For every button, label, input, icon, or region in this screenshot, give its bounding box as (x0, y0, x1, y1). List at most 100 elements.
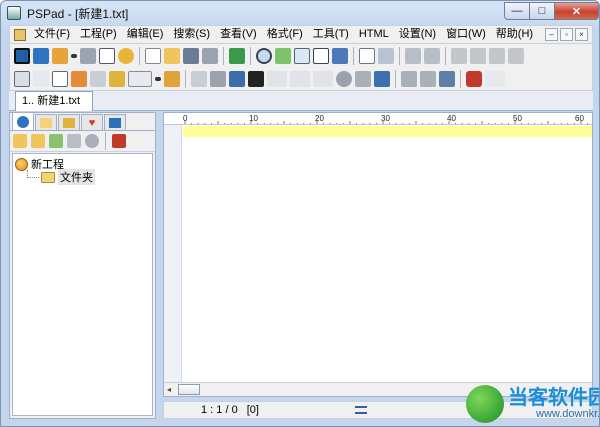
save-all-icon[interactable] (202, 47, 218, 64)
tab-ftp[interactable] (58, 114, 80, 130)
lock-icon[interactable] (109, 70, 125, 87)
print-icon[interactable] (378, 47, 394, 64)
current-line-highlight (183, 126, 592, 137)
html-text-icon[interactable] (267, 70, 287, 87)
line-numbers-icon[interactable] (52, 70, 68, 87)
horizontal-scrollbar[interactable]: ◂ (164, 382, 592, 396)
open-folder-icon[interactable] (164, 47, 180, 64)
document-icon[interactable] (420, 70, 436, 87)
block-icon[interactable] (401, 70, 417, 87)
menu-file[interactable]: 文件(F) (29, 26, 75, 43)
paste-icon[interactable] (489, 47, 505, 64)
comment-icon[interactable] (294, 47, 310, 64)
tab-document[interactable]: 1.. 新建1.txt (15, 91, 93, 111)
remove-folder-icon[interactable] (31, 134, 45, 148)
menu-window[interactable]: 窗口(W) (441, 26, 491, 43)
editor-gutter (164, 125, 182, 382)
column-icon[interactable] (90, 70, 106, 87)
mdi-close-button[interactable]: × (575, 28, 588, 41)
tab-favorites[interactable]: ♥ (81, 114, 103, 130)
cursor-position: 1 : 1 / 0 (201, 404, 238, 416)
hex-icon[interactable] (248, 70, 264, 87)
monitor-icon[interactable] (439, 70, 455, 87)
menu-settings[interactable]: 设置(N) (394, 26, 441, 43)
add-folder-icon[interactable] (13, 134, 27, 148)
menu-help[interactable]: 帮助(H) (491, 26, 538, 43)
menu-html[interactable]: HTML (354, 26, 394, 43)
glasses-icon[interactable] (485, 70, 505, 87)
mdi-controls: – ▫ × (545, 28, 588, 41)
menu-search[interactable]: 搜索(S) (168, 26, 215, 43)
spell-check-icon[interactable] (128, 70, 152, 87)
properties-icon[interactable] (85, 134, 99, 148)
tools-icon[interactable] (112, 134, 126, 148)
cursor-icon[interactable] (355, 70, 371, 87)
folder-icon (41, 171, 55, 183)
menu-format[interactable]: 格式(F) (262, 26, 308, 43)
minimize-button[interactable]: — (504, 2, 530, 20)
save-icon[interactable] (183, 47, 199, 64)
menu-view[interactable]: 查看(V) (215, 26, 262, 43)
ruler-label: 30 (381, 114, 390, 123)
paragraph-icon[interactable] (33, 70, 49, 87)
tree-icon[interactable] (229, 47, 245, 64)
cut-icon[interactable] (451, 47, 467, 64)
replace-icon[interactable] (275, 47, 291, 64)
menu-project[interactable]: 工程(P) (75, 26, 122, 43)
toolbar-separator (399, 46, 400, 65)
selection-count: [0] (246, 404, 259, 416)
search-icon[interactable] (256, 47, 272, 64)
tag-icon[interactable] (290, 70, 310, 87)
gear-icon[interactable] (118, 47, 134, 64)
hexagon-icon[interactable] (210, 70, 226, 87)
highlight-icon[interactable] (71, 70, 87, 87)
record-icon[interactable] (466, 70, 482, 87)
pin-icon[interactable] (164, 70, 180, 87)
copy-icon[interactable] (470, 47, 486, 64)
project-panel: ♥ 新工程 文件夹 (9, 112, 156, 419)
project-tree: 新工程 文件夹 (12, 153, 153, 416)
tag-alt-icon[interactable] (313, 70, 333, 87)
word-wrap-icon[interactable] (14, 70, 30, 87)
line-ending-icon[interactable] (354, 406, 367, 414)
scroll-left-icon[interactable]: ◂ (167, 385, 171, 394)
mdi-restore-button[interactable]: ▫ (560, 28, 573, 41)
ruler: 0 10 20 30 40 50 60 (164, 113, 592, 125)
scrollbar-thumb[interactable] (178, 384, 200, 395)
tree-node-folder[interactable]: 文件夹 (27, 169, 95, 185)
delete-icon[interactable] (508, 47, 524, 64)
preview-icon[interactable] (359, 47, 375, 64)
add-file-icon[interactable] (49, 134, 63, 148)
tab-files[interactable] (35, 114, 57, 130)
project-open-icon[interactable] (14, 47, 30, 64)
window-title: PSPad - [新建1.txt] (27, 6, 129, 21)
project-save-icon[interactable] (52, 47, 68, 64)
tab-project[interactable] (12, 112, 34, 130)
circle-icon[interactable] (336, 70, 352, 87)
menu-tools[interactable]: 工具(T) (308, 26, 354, 43)
undo-icon[interactable] (405, 47, 421, 64)
toolbar-separator (353, 46, 354, 65)
indent-icon[interactable] (191, 70, 207, 87)
ruler-label: 0 (183, 114, 188, 123)
color-grid-icon[interactable] (229, 70, 245, 87)
tab-explorer[interactable] (104, 114, 126, 130)
new-file-icon[interactable] (145, 47, 161, 64)
project-add-icon[interactable] (80, 47, 96, 64)
maximize-button[interactable]: □ (530, 2, 555, 20)
google-icon[interactable] (374, 70, 390, 87)
bookmark-icon[interactable] (332, 47, 348, 64)
menu-edit[interactable]: 编辑(E) (122, 26, 169, 43)
log-icon[interactable] (99, 47, 115, 64)
dropdown-arrow-icon[interactable] (155, 76, 161, 81)
redo-icon[interactable] (424, 47, 440, 64)
dropdown-arrow-icon[interactable] (71, 53, 77, 58)
mdi-minimize-button[interactable]: – (545, 28, 558, 41)
app-window: PSPad - [新建1.txt] — □ ✕ 文件(F) 工程(P) 编辑(E… (0, 0, 600, 427)
editor-pane[interactable]: 0 10 20 30 40 50 60 ◂ (163, 112, 593, 397)
close-button[interactable]: ✕ (555, 2, 599, 20)
braces-icon[interactable] (313, 47, 329, 64)
ruler-label: 50 (513, 114, 522, 123)
remove-file-icon[interactable] (67, 134, 81, 148)
project-icon[interactable] (33, 47, 49, 64)
